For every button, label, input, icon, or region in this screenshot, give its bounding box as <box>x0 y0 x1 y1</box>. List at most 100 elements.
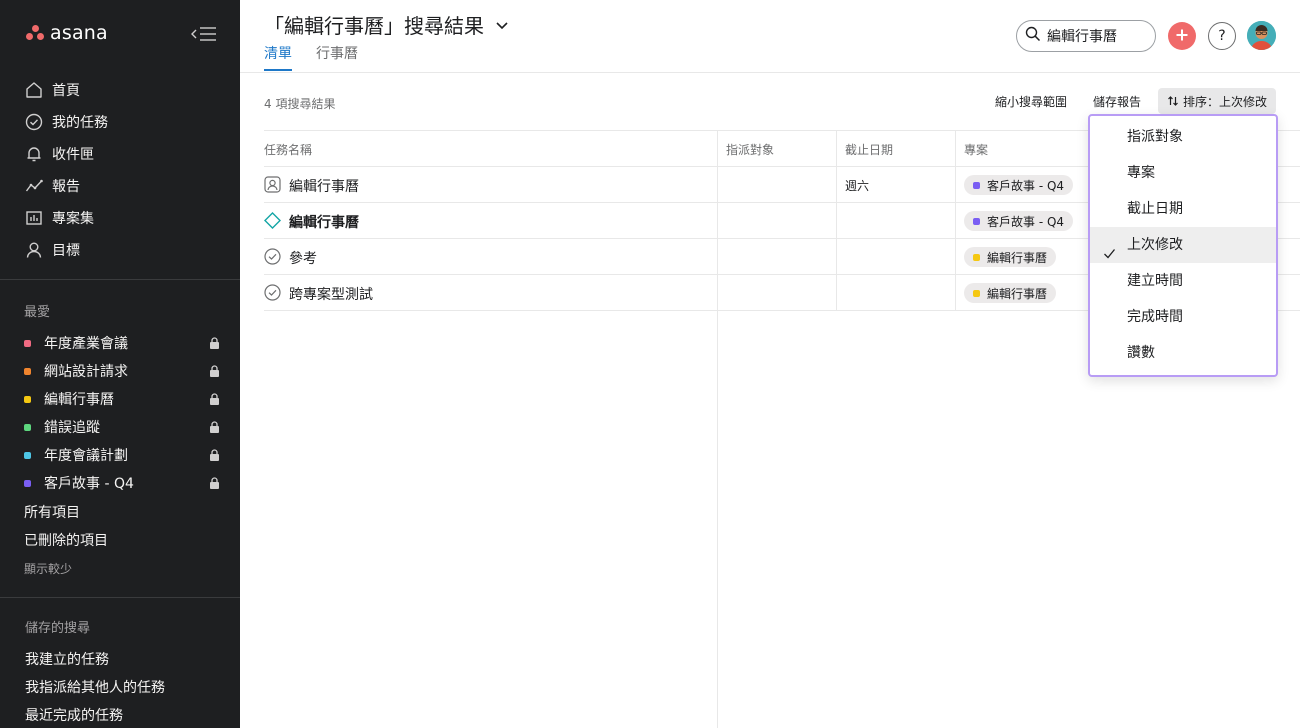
favorite-item[interactable]: 編輯行事曆 <box>24 385 220 413</box>
chevron-down-icon[interactable] <box>494 17 510 33</box>
column-header-assignee[interactable]: 指派對象 <box>726 141 774 158</box>
project-color-dot <box>973 181 980 189</box>
sort-option-created-time[interactable]: 建立時間 <box>1090 263 1276 299</box>
sort-option-likes[interactable]: 讚數 <box>1090 335 1276 371</box>
narrow-search-button[interactable]: 縮小搜尋範圍 <box>995 93 1067 110</box>
diamond-milestone-icon[interactable] <box>264 212 281 229</box>
favorite-label: 客戶故事 - Q4 <box>44 476 134 492</box>
sidebar-item-portfolios[interactable]: 專案集 <box>24 202 224 234</box>
favorite-item[interactable]: 客戶故事 - Q4 <box>24 469 220 497</box>
person-template-icon[interactable] <box>264 176 281 193</box>
collapse-sidebar-icon[interactable] <box>190 24 218 44</box>
search-input[interactable]: 編輯行事曆 <box>1016 20 1156 52</box>
checkmark-icon <box>1103 238 1116 259</box>
column-header-task-name[interactable]: 任務名稱 <box>264 141 312 158</box>
favorite-label: 年度會議計劃 <box>44 448 128 464</box>
lock-icon <box>209 393 220 405</box>
sort-option-project[interactable]: 專案 <box>1090 155 1276 191</box>
sort-icon <box>1167 95 1179 107</box>
saved-search-item[interactable]: 最近完成的任務 <box>25 702 165 728</box>
lock-icon <box>209 421 220 433</box>
project-color-dot <box>973 217 980 225</box>
favorite-item[interactable]: 錯誤追蹤 <box>24 413 220 441</box>
sort-option-completed-time[interactable]: 完成時間 <box>1090 299 1276 335</box>
project-pill[interactable]: 編輯行事曆 <box>964 247 1057 267</box>
deleted-items-link[interactable]: 已刪除的項目 <box>24 530 108 550</box>
task-name[interactable]: 編輯行事曆 <box>289 176 359 196</box>
sort-button-label: 排序：上次修改 <box>1183 94 1268 109</box>
sidebar-item-inbox[interactable]: 收件匣 <box>24 138 224 170</box>
all-items-link[interactable]: 所有項目 <box>24 502 80 522</box>
asana-logo[interactable]: asana <box>26 22 108 44</box>
column-header-project[interactable]: 專案 <box>964 141 988 158</box>
logo-text: asana <box>50 22 108 44</box>
sidebar-nav: 首頁 我的任務 收件匣 報告 專案集 目標 <box>24 74 224 266</box>
sidebar-item-label: 目標 <box>52 243 80 259</box>
project-color-dot <box>973 253 980 261</box>
help-button[interactable]: ? <box>1208 22 1236 50</box>
project-color-dot <box>24 451 31 459</box>
sort-option-label: 上次修改 <box>1127 237 1183 253</box>
sidebar-divider <box>0 597 240 598</box>
project-color-dot <box>24 423 31 431</box>
line-chart-icon <box>24 176 44 196</box>
favorite-item[interactable]: 網站設計請求 <box>24 357 220 385</box>
sort-dropdown-menu: 指派對象 專案 截止日期 上次修改 建立時間 完成時間 讚數 <box>1088 114 1278 377</box>
sidebar-item-label: 專案集 <box>52 211 94 227</box>
bar-chart-icon <box>24 208 44 228</box>
plus-icon <box>1175 27 1189 46</box>
task-name[interactable]: 編輯行事曆 <box>289 212 359 232</box>
project-name: 客戶故事 - Q4 <box>987 214 1065 229</box>
favorite-label: 編輯行事曆 <box>44 392 114 408</box>
sidebar-item-home[interactable]: 首頁 <box>24 74 224 106</box>
check-circle-icon[interactable] <box>264 248 281 265</box>
check-circle-icon[interactable] <box>264 284 281 301</box>
column-header-due-date[interactable]: 截止日期 <box>845 141 893 158</box>
project-pill[interactable]: 客戶故事 - Q4 <box>964 175 1074 195</box>
favorites-list: 年度產業會議 網站設計請求 編輯行事曆 錯誤追蹤 年度會議計劃 客戶故事 - Q… <box>24 329 220 497</box>
project-name: 編輯行事曆 <box>987 250 1048 265</box>
sidebar-item-label: 我的任務 <box>52 115 108 131</box>
project-color-dot <box>24 479 31 487</box>
saved-searches-title: 儲存的搜尋 <box>25 621 91 636</box>
sort-button[interactable]: 排序：上次修改 <box>1158 88 1276 114</box>
add-button[interactable] <box>1168 22 1196 50</box>
saved-search-item[interactable]: 我指派給其他人的任務 <box>25 674 165 702</box>
sort-option-due-date[interactable]: 截止日期 <box>1090 191 1276 227</box>
page-title: 「編輯行事曆」搜尋結果 <box>264 14 484 38</box>
result-count: 4 項搜尋結果 <box>264 97 336 111</box>
due-date[interactable]: 週六 <box>845 177 869 194</box>
sort-option-last-modified[interactable]: 上次修改 <box>1090 227 1276 263</box>
show-less-link[interactable]: 顯示較少 <box>24 560 72 577</box>
search-icon <box>1025 26 1041 46</box>
project-color-dot <box>24 339 31 347</box>
home-icon <box>24 80 44 100</box>
saved-search-item[interactable]: 我建立的任務 <box>25 646 165 674</box>
project-color-dot <box>24 367 31 375</box>
sidebar-item-goals[interactable]: 目標 <box>24 234 224 266</box>
lock-icon <box>209 365 220 377</box>
favorites-title: 最愛 <box>24 305 51 320</box>
check-circle-icon <box>24 112 44 132</box>
task-name[interactable]: 跨專案型測試 <box>289 284 373 304</box>
tab-list[interactable]: 清單 <box>264 43 292 63</box>
task-name[interactable]: 參考 <box>289 248 317 268</box>
sort-option-assignee[interactable]: 指派對象 <box>1090 119 1276 155</box>
avatar[interactable] <box>1247 21 1276 50</box>
project-pill[interactable]: 編輯行事曆 <box>964 283 1057 303</box>
project-color-dot <box>973 289 980 297</box>
project-pill[interactable]: 客戶故事 - Q4 <box>964 211 1074 231</box>
bell-icon <box>24 144 44 164</box>
sidebar-item-label: 首頁 <box>52 83 80 99</box>
project-color-dot <box>24 395 31 403</box>
tab-calendar[interactable]: 行事曆 <box>316 43 358 63</box>
sidebar-item-reports[interactable]: 報告 <box>24 170 224 202</box>
sidebar-item-label: 收件匣 <box>52 147 94 163</box>
lock-icon <box>209 477 220 489</box>
sidebar-item-my-tasks[interactable]: 我的任務 <box>24 106 224 138</box>
save-report-button[interactable]: 儲存報告 <box>1093 93 1141 110</box>
sidebar: asana 首頁 我的任務 收件匣 報告 專案集 目標 最愛 年度產業會議 網站… <box>0 0 240 728</box>
saved-searches-list: 我建立的任務 我指派給其他人的任務 最近完成的任務 <box>25 646 165 728</box>
favorite-item[interactable]: 年度會議計劃 <box>24 441 220 469</box>
favorite-item[interactable]: 年度產業會議 <box>24 329 220 357</box>
